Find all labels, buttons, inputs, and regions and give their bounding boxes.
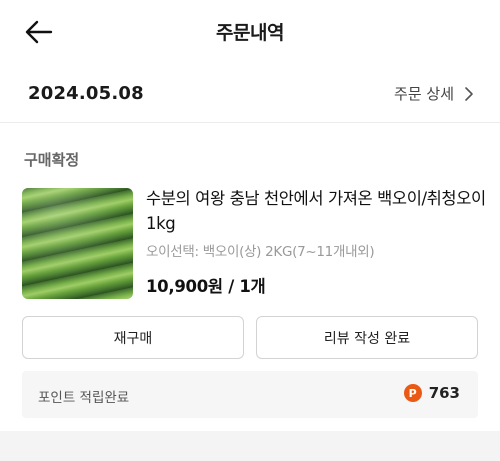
bottom-spacer — [0, 431, 500, 461]
order-detail-label: 주문 상세 — [394, 85, 454, 103]
points-row: 포인트 적립완료 P 763 — [22, 371, 478, 418]
points-amount: P 763 — [403, 384, 460, 402]
section-divider — [0, 122, 500, 123]
chevron-right-icon — [465, 86, 473, 101]
points-value: 763 — [428, 384, 460, 402]
product-thumbnail[interactable] — [22, 188, 133, 299]
point-p-icon: P — [403, 384, 422, 402]
rebuy-button[interactable]: 재구매 — [22, 316, 244, 359]
review-complete-button[interactable]: 리뷰 작성 완료 — [256, 316, 478, 359]
order-date: 2024.05.08 — [28, 83, 144, 104]
order-status: 구매확정 — [24, 151, 80, 169]
product-item[interactable]: 수분의 여왕 충남 천안에서 가져온 백오이/취청오이 1kg 오이선택: 백오… — [22, 186, 486, 300]
product-price: 10,900원 / 1개 — [146, 277, 266, 296]
product-option: 오이선택: 백오이(상) 2KG(7~11개내외) — [146, 244, 375, 260]
points-label: 포인트 적립완료 — [38, 390, 130, 406]
product-name: 수분의 여왕 충남 천안에서 가져온 백오이/취청오이 1kg — [146, 189, 486, 233]
top-app-bar: 주문내역 — [0, 0, 500, 64]
order-detail-link[interactable]: 주문 상세 — [394, 83, 474, 104]
page-title: 주문내역 — [216, 22, 284, 44]
order-date-row: 2024.05.08 주문 상세 — [0, 76, 500, 112]
